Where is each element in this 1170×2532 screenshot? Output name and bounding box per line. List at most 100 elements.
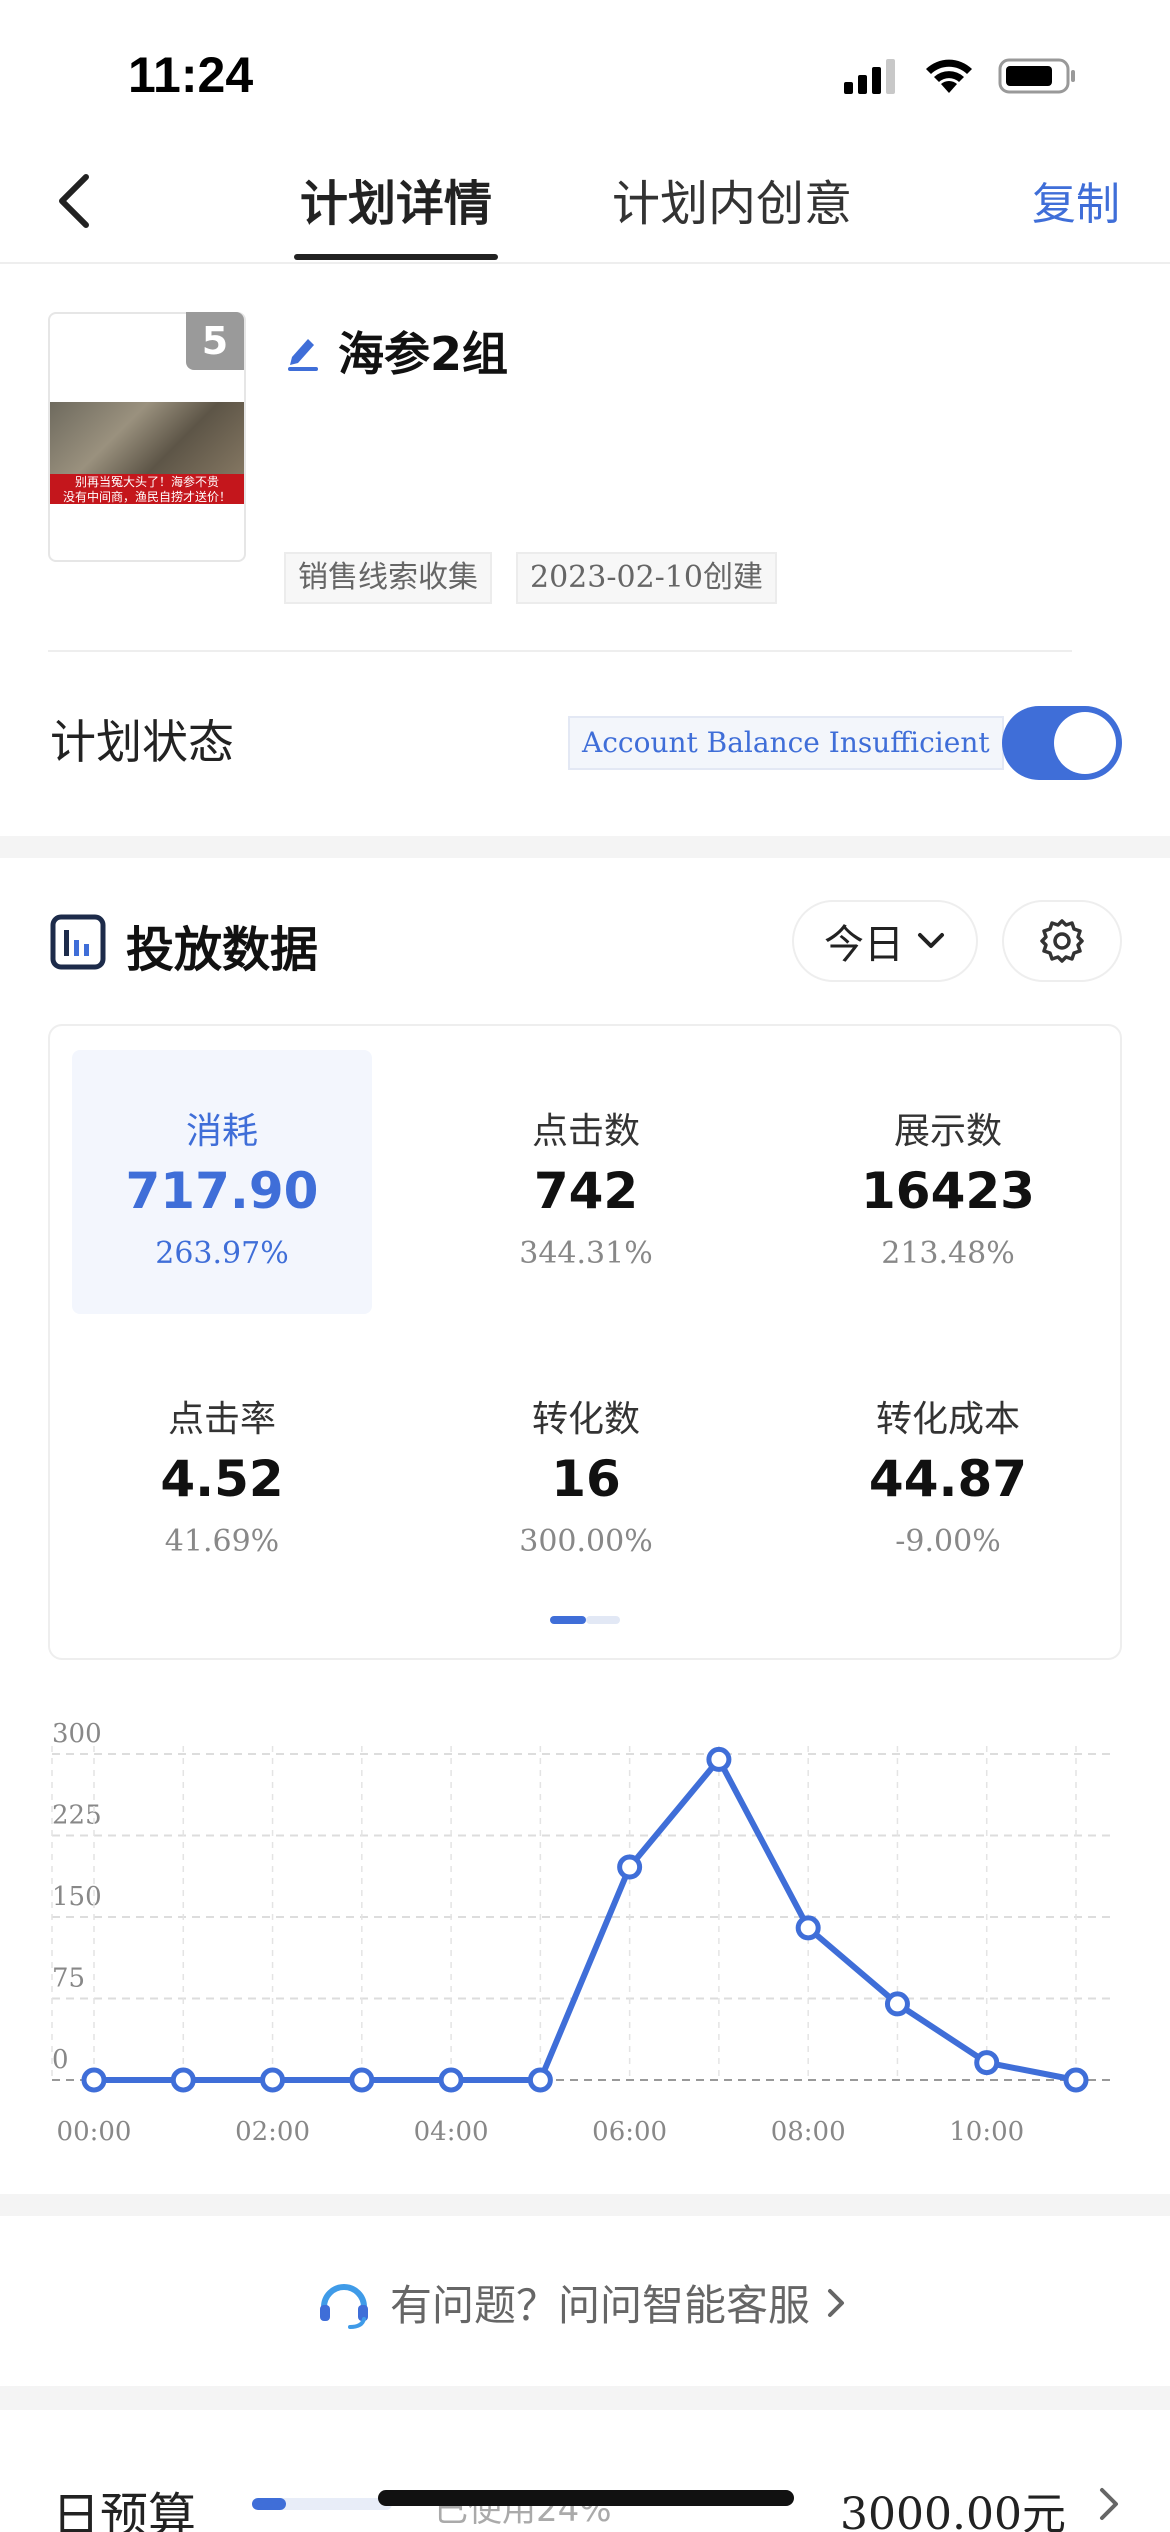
data-point bbox=[527, 2067, 553, 2093]
tab-plan-detail[interactable]: 计划详情 bbox=[300, 164, 492, 234]
date-filter-value: 今日 bbox=[824, 922, 904, 968]
section-divider bbox=[0, 2194, 1170, 2216]
headset-icon bbox=[320, 2283, 368, 2329]
stat-change: 344.31% bbox=[519, 1236, 653, 1271]
section-divider bbox=[0, 2386, 1170, 2410]
data-section-header: 投放数据 今日 bbox=[0, 858, 1170, 1018]
stat-value: 717.90 bbox=[125, 1162, 319, 1220]
plan-name: 海参2组 bbox=[338, 327, 509, 381]
stat-value: 16 bbox=[551, 1450, 621, 1508]
help-row: 有问题？问问智能客服 bbox=[314, 2272, 846, 2333]
status-icons bbox=[844, 56, 1078, 96]
section-divider bbox=[0, 836, 1170, 858]
daily-budget-row[interactable]: 日预算 已使用24% 3000.00元 bbox=[0, 2410, 1170, 2532]
stats-card: 消耗 717.90 263.97% 点击数 742 344.31% 展示数 16… bbox=[48, 1024, 1122, 1660]
stat-change: 41.69% bbox=[164, 1524, 280, 1559]
data-point bbox=[170, 2067, 196, 2093]
stat-value: 16423 bbox=[861, 1162, 1035, 1220]
plan-info: 别再当冤大头了！海参不贵 没有中间商，渔民自捞才送价！ 5 海参2组 销售线索收… bbox=[0, 266, 1170, 836]
y-tick-label: 0 bbox=[52, 2045, 69, 2075]
stat-change: 300.00% bbox=[519, 1524, 653, 1559]
stat-value: 742 bbox=[533, 1162, 639, 1220]
stat-conversion-cost[interactable]: 转化成本 44.87 -9.00% bbox=[798, 1338, 1098, 1602]
bar-chart-icon bbox=[50, 914, 106, 970]
data-point bbox=[795, 1915, 821, 1941]
status-badge: Account Balance Insufficient bbox=[568, 716, 1004, 770]
data-point bbox=[706, 1746, 732, 1772]
stat-label: 点击率 bbox=[167, 1399, 276, 1440]
top-nav: 计划详情 计划内创意 复制 bbox=[0, 140, 1170, 264]
x-tick-label: 10:00 bbox=[949, 2117, 1024, 2147]
plan-status-label: 计划状态 bbox=[50, 715, 234, 769]
thumbnail-caption-line1: 别再当冤大头了！海参不贵 bbox=[74, 475, 219, 489]
gear-icon bbox=[1040, 919, 1084, 963]
back-button[interactable] bbox=[44, 166, 104, 236]
chevron-right-icon bbox=[828, 2288, 845, 2317]
tab-plan-creatives[interactable]: 计划内创意 bbox=[612, 164, 852, 234]
x-tick-label: 00:00 bbox=[57, 2117, 132, 2147]
stat-change: 263.97% bbox=[155, 1236, 289, 1271]
page-dot-active bbox=[550, 1616, 586, 1624]
data-point bbox=[974, 2050, 1000, 2076]
data-point bbox=[884, 1991, 910, 2017]
x-tick-label: 06:00 bbox=[592, 2117, 667, 2147]
active-tab-indicator bbox=[294, 254, 498, 260]
stat-cost[interactable]: 消耗 717.90 263.97% bbox=[72, 1050, 372, 1314]
stat-label: 展示数 bbox=[893, 1111, 1002, 1152]
data-point bbox=[438, 2067, 464, 2093]
stat-label: 转化成本 bbox=[875, 1399, 1020, 1440]
settings-button[interactable] bbox=[1002, 900, 1122, 982]
creative-count-badge: 5 bbox=[186, 312, 244, 370]
cellular-signal-icon bbox=[844, 59, 895, 94]
x-tick-label: 08:00 bbox=[771, 2117, 846, 2147]
chevron-down-icon bbox=[918, 933, 944, 948]
budget-progress-bar bbox=[252, 2498, 392, 2510]
plan-status-toggle[interactable] bbox=[1002, 706, 1122, 780]
stat-label: 消耗 bbox=[185, 1111, 258, 1152]
page-dot bbox=[586, 1616, 620, 1624]
data-point bbox=[349, 2067, 375, 2093]
chevron-right-icon bbox=[1100, 2488, 1118, 2520]
trend-chart-svg: 30022515075000:00 02:00 04:00 06:00 08:00 10:… bbox=[51, 1719, 1114, 2147]
plan-name-row[interactable]: 海参2组 bbox=[286, 318, 508, 384]
help-text: 有问题？问问智能客服 bbox=[390, 2281, 811, 2330]
edit-pencil-icon[interactable] bbox=[286, 331, 320, 371]
data-point bbox=[260, 2067, 286, 2093]
stat-change: 213.48% bbox=[881, 1236, 1015, 1271]
help-link[interactable]: 有问题？问问智能客服 bbox=[0, 2220, 1170, 2380]
trend-chart: 300 225 150 75 0 00:00 02:00 04:00 06:00 08:00 10:… bbox=[0, 1700, 1170, 2170]
data-section-title: 投放数据 bbox=[126, 922, 319, 978]
stat-value: 44.87 bbox=[868, 1450, 1028, 1508]
budget-amount: 3000.00元 bbox=[840, 2489, 1066, 2532]
stat-label: 点击数 bbox=[531, 1111, 640, 1152]
y-tick-label: 225 bbox=[52, 1801, 102, 1831]
thumbnail-caption: 别再当冤大头了！海参不贵 没有中间商，渔民自捞才送价！ bbox=[50, 474, 244, 504]
x-tick-label: 04:00 bbox=[414, 2117, 489, 2147]
stat-impressions[interactable]: 展示数 16423 213.48% bbox=[798, 1050, 1098, 1314]
toggle-knob bbox=[1054, 712, 1116, 774]
series-line bbox=[91, 1756, 1079, 2083]
x-tick-label: 02:00 bbox=[235, 2117, 310, 2147]
y-tick-label: 75 bbox=[52, 1964, 85, 1994]
copy-button[interactable]: 复制 bbox=[1032, 168, 1120, 232]
stat-change: -9.00% bbox=[895, 1524, 1001, 1559]
y-tick-label: 300 bbox=[52, 1719, 102, 1749]
data-point bbox=[81, 2067, 107, 2093]
home-indicator bbox=[378, 2490, 794, 2506]
date-filter-dropdown[interactable]: 今日 bbox=[792, 900, 978, 982]
page-indicator bbox=[550, 1616, 620, 1624]
budget-label: 日预算 bbox=[52, 2488, 197, 2532]
stat-value: 4.52 bbox=[160, 1450, 284, 1508]
stat-clicks[interactable]: 点击数 742 344.31% bbox=[436, 1050, 736, 1314]
status-time: 11:24 bbox=[128, 47, 254, 103]
thumbnail-caption-line2: 没有中间商，渔民自捞才送价！ bbox=[62, 490, 231, 504]
stat-conversions[interactable]: 转化数 16 300.00% bbox=[436, 1338, 736, 1602]
budget-progress-fill bbox=[252, 2498, 286, 2510]
battery-icon bbox=[998, 58, 1075, 94]
chevron-left-icon bbox=[59, 174, 89, 228]
data-point bbox=[617, 1854, 643, 1880]
stat-ctr[interactable]: 点击率 4.52 41.69% bbox=[72, 1338, 372, 1602]
divider bbox=[48, 650, 1072, 652]
stat-label: 转化数 bbox=[531, 1399, 640, 1440]
wifi-icon bbox=[926, 59, 972, 93]
